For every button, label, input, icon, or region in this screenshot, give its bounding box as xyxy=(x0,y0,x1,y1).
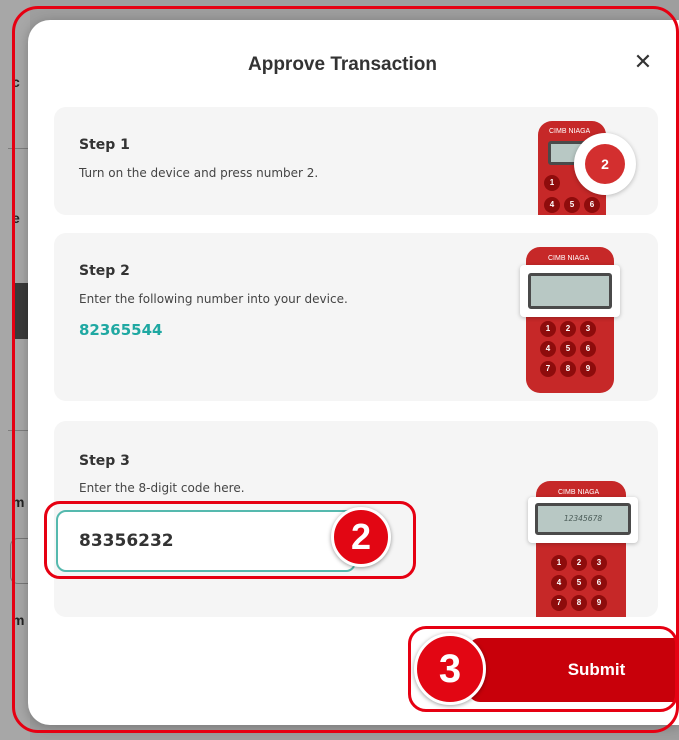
device-screen xyxy=(528,273,612,309)
background-text: m xyxy=(12,612,25,628)
device-key: 7 xyxy=(540,361,556,377)
device-key: 2 xyxy=(560,321,576,337)
device-key: 5 xyxy=(571,575,587,591)
device-keypad: 1 2 3 4 5 6 7 8 9 xyxy=(540,321,596,377)
background-strip xyxy=(0,0,30,740)
step-3-description: Enter the 8-digit code here. xyxy=(79,481,245,495)
device-key: 9 xyxy=(591,595,607,611)
background-text: m xyxy=(12,494,25,510)
device-brand-label: CIMB NIAGA xyxy=(558,489,600,496)
device-key: 5 xyxy=(560,341,576,357)
background-text: e xyxy=(12,210,20,226)
step-3-title: Step 3 xyxy=(79,453,130,469)
challenge-number: 82365544 xyxy=(79,321,163,339)
device-screen-highlight xyxy=(520,265,620,317)
device-key: 1 xyxy=(551,555,567,571)
device-key: 1 xyxy=(544,175,560,191)
modal-title: Approve Transaction xyxy=(248,54,437,75)
submit-button[interactable]: Submit xyxy=(468,638,679,702)
device-key: 7 xyxy=(551,595,567,611)
approve-transaction-modal: Approve Transaction ✕ Step 1 Turn on the… xyxy=(28,20,679,725)
device-screen-highlight: 12345678 xyxy=(528,497,638,543)
step-1-title: Step 1 xyxy=(79,137,130,153)
token-device-illustration: CIMB NIAGA 1 2 3 4 5 6 7 8 9 xyxy=(500,233,650,401)
device-key: 2 xyxy=(571,555,587,571)
code-input[interactable]: 83356232 xyxy=(56,510,356,572)
device-key: 6 xyxy=(584,197,600,213)
step-1-description: Turn on the device and press number 2. xyxy=(79,166,319,180)
device-key: 8 xyxy=(571,595,587,611)
device-key: 3 xyxy=(580,321,596,337)
token-device-illustration: CIMB NIAGA 1 4 5 6 2 xyxy=(514,107,654,215)
step-2-description: Enter the following number into your dev… xyxy=(79,292,348,306)
device-screen: 12345678 xyxy=(535,503,631,535)
device-key: 9 xyxy=(580,361,596,377)
step-badge-2: 2 xyxy=(331,507,391,567)
close-button[interactable]: ✕ xyxy=(630,50,656,76)
device-key: 4 xyxy=(551,575,567,591)
device-key: 4 xyxy=(540,341,556,357)
device-key: 8 xyxy=(560,361,576,377)
device-key: 5 xyxy=(564,197,580,213)
device-brand-label: CIMB NIAGA xyxy=(548,255,590,262)
token-device-illustration: CIMB NIAGA 1 2 3 4 5 6 7 8 9 12345678 xyxy=(514,471,654,617)
close-icon: ✕ xyxy=(633,50,653,75)
device-key: 6 xyxy=(580,341,596,357)
device-key-highlight: 2 xyxy=(574,133,636,195)
device-keypad: 1 2 3 4 5 6 7 8 9 xyxy=(551,555,607,611)
step-2-card: Step 2 Enter the following number into y… xyxy=(54,233,658,401)
background-text: c xyxy=(12,74,20,90)
step-1-card: Step 1 Turn on the device and press numb… xyxy=(54,107,658,215)
device-key: 6 xyxy=(591,575,607,591)
step-2-title: Step 2 xyxy=(79,263,130,279)
device-key: 1 xyxy=(540,321,556,337)
device-key: 3 xyxy=(591,555,607,571)
device-key: 4 xyxy=(544,197,560,213)
step-badge-3: 3 xyxy=(414,633,486,705)
device-key-2-badge: 2 xyxy=(585,144,625,184)
device-brand-label: CIMB NIAGA xyxy=(549,128,591,135)
